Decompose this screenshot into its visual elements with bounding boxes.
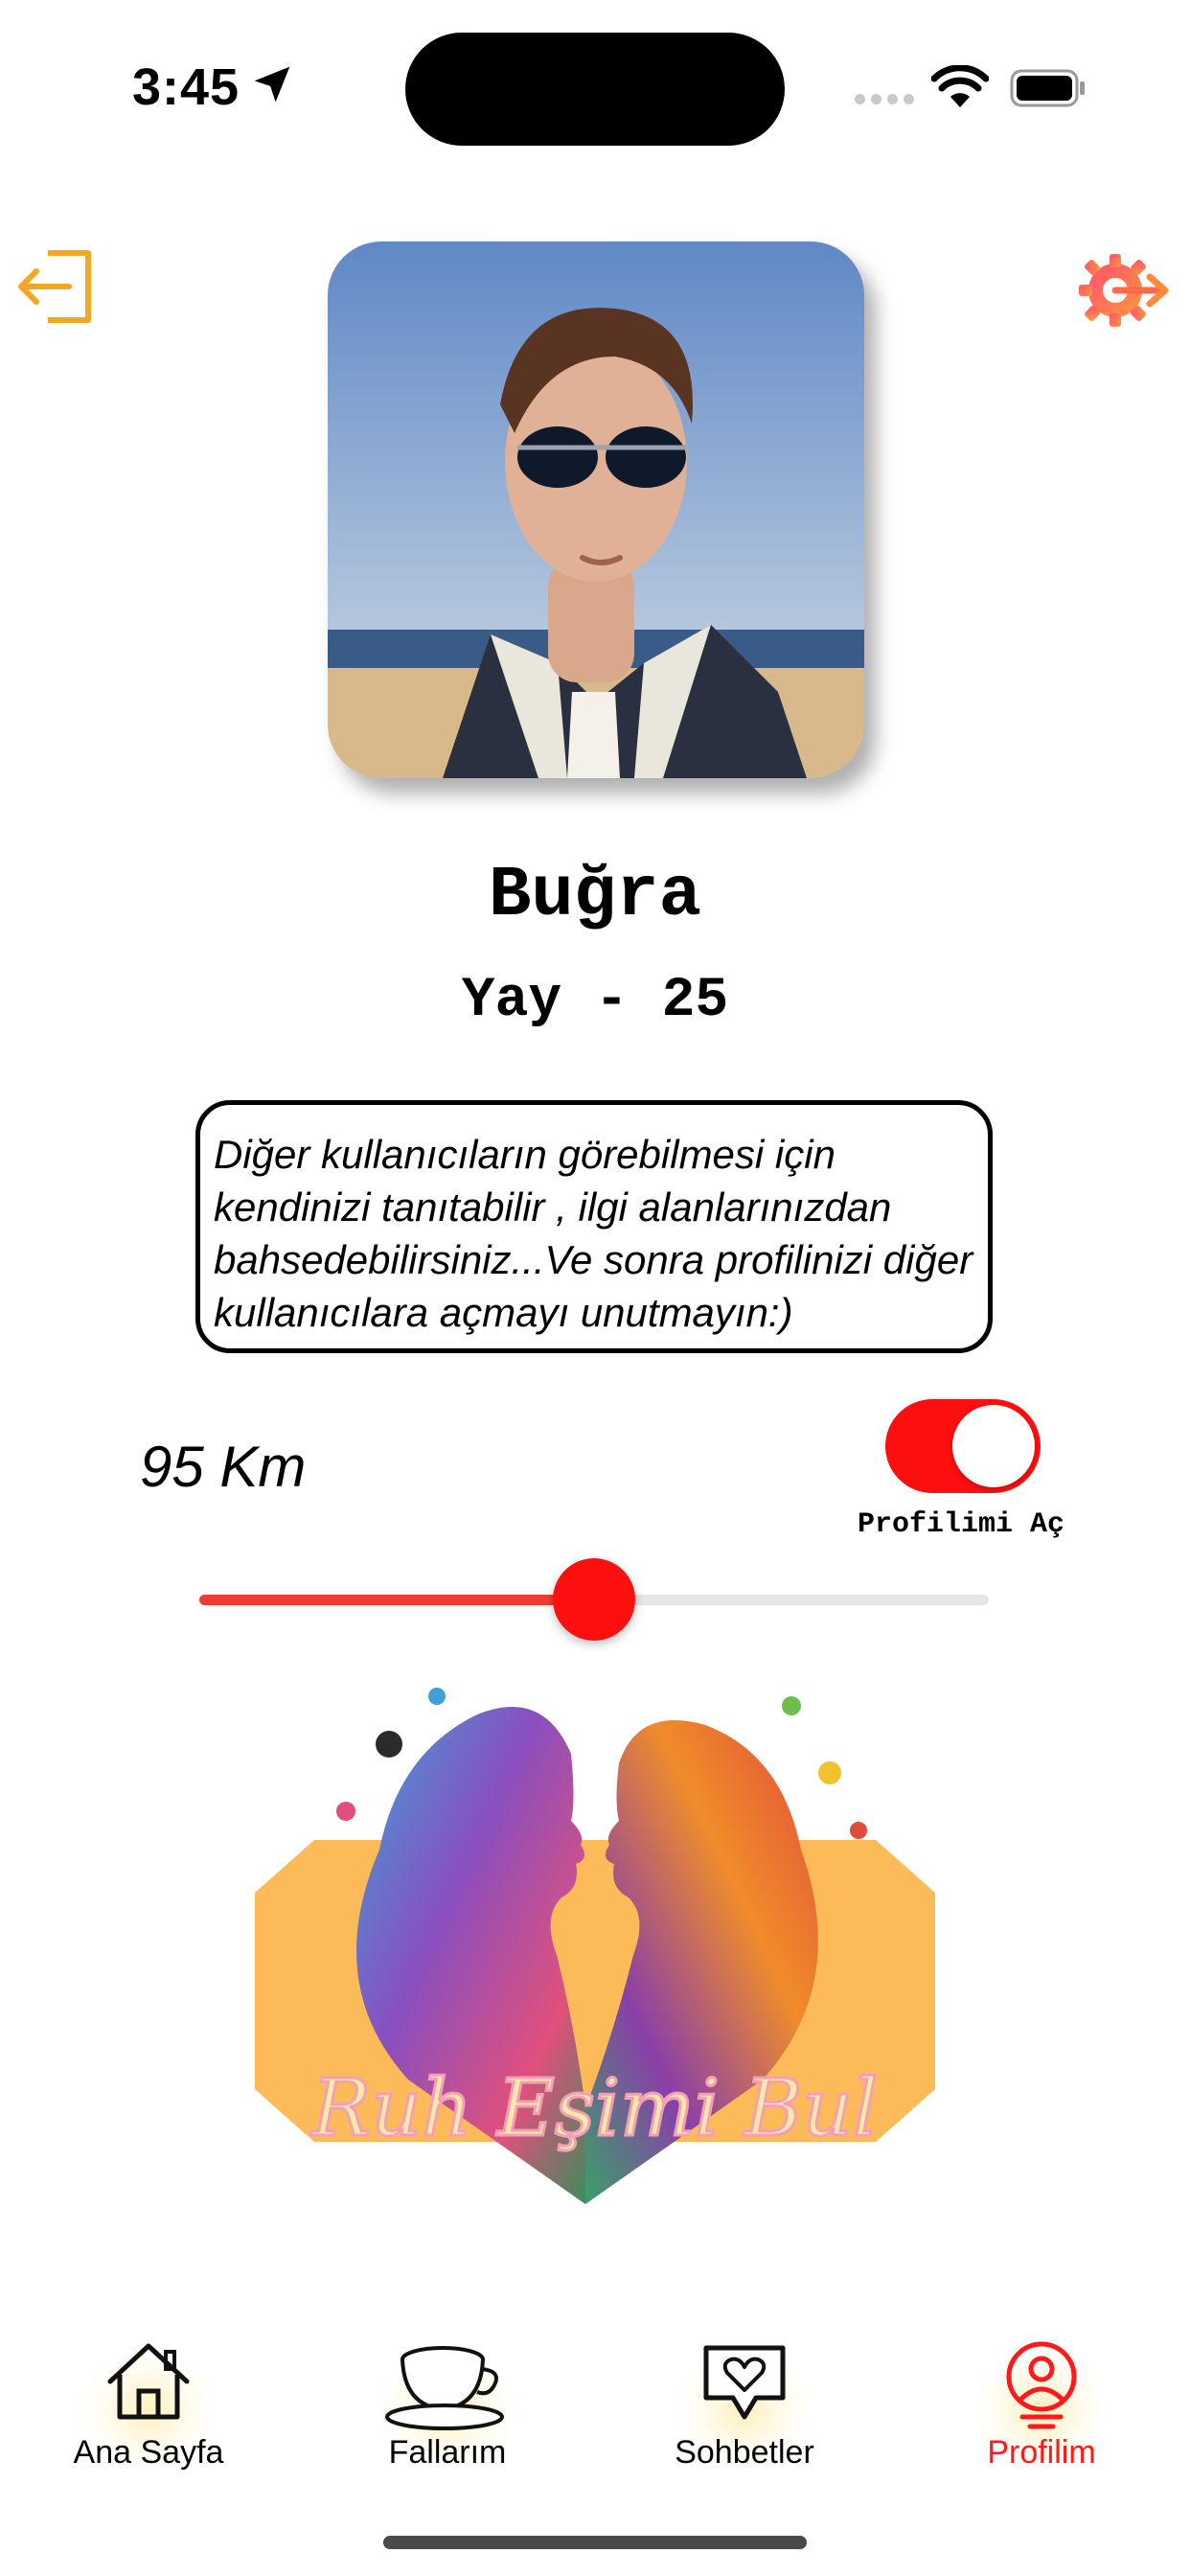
toggle-knob (952, 1405, 1035, 1487)
profile-name: Buğra (488, 856, 702, 936)
heart-chat-icon (703, 2345, 786, 2420)
tab-fortunes-label: Fallarım (388, 2434, 507, 2471)
tab-home-label: Ana Sayfa (73, 2434, 224, 2471)
settings-gear-icon[interactable] (1077, 251, 1169, 330)
user-profile-icon (1006, 2341, 1077, 2429)
wifi-icon (931, 65, 989, 107)
location-arrow-icon (254, 66, 290, 103)
find-soulmate-banner[interactable]: Ruh Eşimi Bul (255, 1668, 935, 2204)
tab-chats-label: Sohbetler (675, 2434, 814, 2471)
bio-text-box[interactable]: Diğer kullanıcıların görebilmesi için ke… (195, 1100, 993, 1353)
distance-slider-fill (199, 1595, 594, 1605)
tab-profile-label: Profilim (987, 2434, 1096, 2471)
bottom-tab-bar: Ana Sayfa Fallarım Sohbetler Profilim (0, 2329, 1190, 2501)
tab-profile[interactable]: Profilim (936, 2329, 1147, 2492)
tab-home[interactable]: Ana Sayfa (43, 2329, 254, 2492)
dynamic-island (405, 33, 785, 146)
open-profile-toggle-label: Profilimi Aç (858, 1508, 1065, 1541)
cellular-signal-icon (855, 92, 920, 109)
house-icon (107, 2343, 190, 2420)
logout-icon[interactable] (15, 247, 94, 326)
coffee-cup-icon (385, 2346, 504, 2430)
zodiac-age-label: Yay - 25 (461, 970, 729, 1032)
distance-slider-thumb[interactable] (553, 1558, 635, 1641)
tab-chats[interactable]: Sohbetler (639, 2329, 850, 2492)
profile-photo[interactable] (328, 242, 864, 778)
status-time: 3:45 (132, 58, 240, 116)
distance-label: 95 Km (140, 1435, 307, 1499)
battery-icon (1010, 69, 1085, 107)
find-soulmate-text: Ruh Eşimi Bul (310, 2063, 879, 2154)
open-profile-toggle[interactable] (885, 1399, 1041, 1493)
home-indicator (383, 2536, 807, 2549)
tab-fortunes[interactable]: Fallarım (342, 2329, 553, 2492)
